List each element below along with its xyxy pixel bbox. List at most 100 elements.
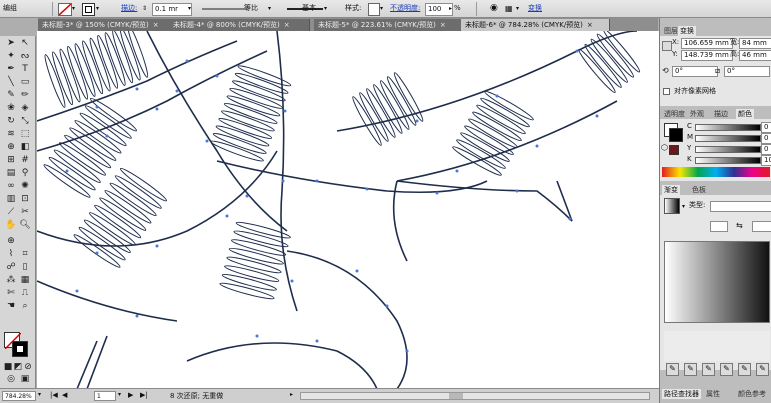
rectangle-tool-icon[interactable]: ▭	[19, 77, 31, 88]
fill-swatch[interactable]	[58, 3, 72, 16]
k-slider[interactable]	[695, 157, 761, 164]
x-field[interactable]: 106.659 mm	[681, 38, 733, 49]
width-field[interactable]: 84 mm	[739, 38, 771, 49]
tab-document-3[interactable]: 未标题-3* @ 150% (CMYK/预览) ×	[38, 19, 177, 31]
vector-artwork[interactable]	[37, 31, 659, 389]
tab-color-guide[interactable]: 颜色参考	[736, 389, 768, 399]
y-slider[interactable]	[695, 146, 761, 153]
gradient-dropdown-icon[interactable]: ▾	[682, 202, 685, 211]
crop-tool-icon[interactable]: ⌗	[19, 249, 31, 260]
hand-tool-2-icon[interactable]: ☚	[5, 301, 17, 312]
tab-swatches[interactable]: 色板	[690, 185, 708, 195]
m-field[interactable]: 0	[761, 133, 771, 144]
horizontal-scrollbar[interactable]	[300, 392, 650, 400]
color-spectrum[interactable]	[662, 167, 770, 177]
shape-builder-tool-icon[interactable]: ⊕	[5, 142, 17, 153]
gradient-preview[interactable]	[664, 198, 680, 214]
blob-brush-tool-icon[interactable]: ❀	[5, 103, 17, 114]
scissors-tool-icon[interactable]: ✄	[5, 288, 17, 299]
pen-tool-icon[interactable]: ✒	[5, 64, 17, 75]
close-icon[interactable]: ×	[153, 21, 159, 29]
zoom-tool-icon[interactable]: 🔍︎	[19, 220, 31, 231]
tab-pathfinder[interactable]: 路径查找器	[662, 389, 701, 399]
draw-mode-icon[interactable]: ◎	[5, 374, 17, 385]
eraser-tool-icon[interactable]: ◈	[19, 103, 31, 114]
tab-appearance[interactable]: 外观	[688, 109, 706, 119]
brush-library-icon[interactable]: ✎	[666, 363, 679, 376]
c-field[interactable]: 0	[761, 122, 771, 133]
previous-artboard-icon[interactable]: ◀	[62, 391, 67, 399]
live-paint-tool-icon[interactable]: ◧	[19, 142, 31, 153]
blend-tool-icon[interactable]: ∞	[5, 181, 17, 192]
stroke-stepper-icon[interactable]: ⇕	[142, 3, 147, 14]
artboard-canvas[interactable]	[37, 31, 659, 389]
k-field[interactable]: 100	[761, 155, 771, 166]
hand-tool-icon[interactable]: ✋	[5, 220, 17, 231]
width-tool-icon[interactable]: ≋	[5, 129, 17, 140]
recolor-icon[interactable]: ◉	[490, 3, 498, 14]
feather-group-center[interactable]	[186, 31, 488, 389]
target-icon[interactable]: ⊕	[5, 236, 17, 247]
graph-tool-icon[interactable]: ▦	[19, 275, 31, 286]
spray-tool-icon[interactable]: ⁂	[5, 275, 17, 286]
y-field[interactable]: 148.739 mm	[681, 50, 733, 61]
rotate-tool-icon[interactable]: ↻	[5, 116, 17, 127]
y-color-field[interactable]: 0	[761, 144, 771, 155]
measure-tool-icon[interactable]: ⎍	[19, 288, 31, 299]
stroke-label[interactable]: 描边:	[121, 3, 137, 14]
brush-menu-icon[interactable]: ✎	[756, 363, 769, 376]
tab-document-5[interactable]: 未标题-5* @ 223.61% (CMYK/预览) ×	[314, 19, 465, 31]
status-menu-icon[interactable]: ▸	[290, 391, 293, 398]
column-graph-tool-icon[interactable]: ▥	[5, 194, 17, 205]
last-artboard-icon[interactable]: ▶|	[140, 391, 148, 399]
stroke-swatch[interactable]	[669, 128, 683, 142]
gradient-slider-preview[interactable]	[664, 241, 770, 323]
mesh-tool-icon[interactable]: #	[19, 155, 31, 166]
warp-tool-icon[interactable]: ⌇	[5, 249, 17, 260]
next-artboard-icon[interactable]: ▶	[128, 391, 133, 399]
stroke-swatch[interactable]	[82, 3, 95, 16]
opacity-label[interactable]: 不透明度:	[390, 3, 420, 14]
fill-dropdown-icon[interactable]: ▾	[72, 3, 75, 14]
transform-link[interactable]: 变换	[528, 3, 542, 14]
c-slider[interactable]	[695, 124, 761, 131]
opacity-dropdown-icon[interactable]: ▸	[449, 3, 452, 14]
symbol-sprayer-tool-icon[interactable]: ✺	[19, 181, 31, 192]
chart-tool-icon[interactable]: ▯	[19, 262, 31, 273]
gradient-stroke-field[interactable]	[710, 221, 728, 232]
stroke-weight-dropdown-icon[interactable]: ▾	[188, 3, 191, 14]
eyedropper-tool-icon[interactable]: ⚲	[19, 168, 31, 179]
gradient-tool-icon[interactable]: ▤	[5, 168, 17, 179]
screen-mode-icon[interactable]: ▣	[19, 374, 31, 385]
lasso-tool-icon[interactable]: ᔓ	[19, 51, 31, 62]
brush-dropdown-icon[interactable]: ▾	[324, 3, 327, 14]
pencil-tool-icon[interactable]: ✏	[19, 90, 31, 101]
align-dropdown-icon[interactable]: ▾	[516, 3, 519, 14]
close-icon[interactable]: ×	[587, 21, 593, 29]
brush-remove-icon[interactable]: ✎	[738, 363, 751, 376]
brush-new-icon[interactable]: ✎	[720, 363, 733, 376]
close-icon[interactable]: ×	[440, 21, 446, 29]
align-pixel-checkbox[interactable]	[663, 88, 670, 95]
stroke-weight-field[interactable]: 0.1 mr	[152, 3, 192, 16]
style-dropdown-icon[interactable]: ▾	[380, 3, 383, 14]
zoom-tool-2-icon[interactable]: ⌕	[19, 301, 31, 312]
gradient-type-select[interactable]	[710, 201, 771, 212]
align-icon[interactable]: ▦	[505, 3, 513, 14]
tab-gradient[interactable]: 渐变	[662, 185, 680, 195]
artboard-tool-icon[interactable]: ⊡	[19, 194, 31, 205]
tab-transparency[interactable]: 透明度	[662, 109, 687, 119]
scale-tool-icon[interactable]: ⤡	[19, 116, 31, 127]
tab-transform[interactable]: 变换	[678, 26, 696, 36]
feather-group-right-wing[interactable]	[336, 31, 643, 262]
brush-delete-icon[interactable]: ✎	[702, 363, 715, 376]
type-tool-icon[interactable]: T	[19, 64, 31, 75]
stroke-dropdown-icon[interactable]: ▾	[96, 3, 99, 14]
artboard-dropdown-icon[interactable]: ▾	[118, 391, 121, 398]
variable-width-profile[interactable]	[200, 3, 250, 14]
gradient-angle-field[interactable]	[752, 221, 771, 232]
knife-tool-icon[interactable]: ✂	[19, 207, 31, 218]
tab-color[interactable]: 颜色	[736, 109, 754, 119]
free-transform-tool-icon[interactable]: ⬚	[19, 129, 31, 140]
gradient-stops-area[interactable]	[664, 331, 770, 361]
